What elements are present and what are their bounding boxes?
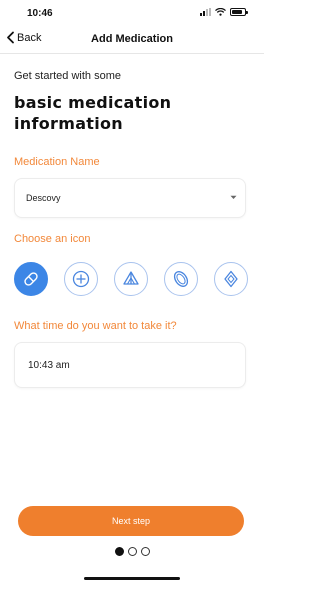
page-indicator [0,547,264,556]
diamond-pill-icon [224,270,238,288]
time-picker-field[interactable]: 10:43 am [14,342,246,388]
battery-icon [230,8,248,16]
medication-name-select[interactable]: Descovy [14,178,246,218]
caret-down-icon [230,195,237,199]
status-icons [200,8,248,16]
page-title: Add Medication [91,33,173,45]
medication-name-label: Medication Name [14,156,100,168]
capsule-icon [24,272,38,286]
next-step-button[interactable]: Next step [18,506,244,536]
intro-subtitle: Get started with some [14,70,121,82]
icon-option-capsule[interactable] [14,262,48,296]
cross-pill-icon [72,270,90,288]
medication-name-value: Descovy [26,193,61,203]
status-time: 10:46 [27,8,53,19]
icon-picker [14,262,248,296]
intro-headline: basic medication information [14,92,171,134]
headline-line-2: information [14,114,124,133]
next-step-label: Next step [111,516,151,526]
time-value: 10:43 am [28,359,70,371]
headline-line-1: basic medication [14,93,172,112]
time-question-label: What time do you want to take it? [14,320,177,332]
wifi-icon [215,8,226,16]
status-bar: 10:46 [0,0,264,26]
signal-icon [200,8,211,16]
split-tablet-icon [123,271,139,285]
page-dot-1 [114,547,124,556]
page-dot-3 [140,547,150,556]
choose-icon-label: Choose an icon [14,233,91,245]
home-indicator[interactable] [84,577,180,580]
icon-option-diamond-pill[interactable] [214,262,248,296]
oval-tablet-icon [173,271,189,287]
page-dot-2 [127,547,137,556]
icon-option-oval-tablet[interactable] [164,262,198,296]
icon-option-split-tablet[interactable] [114,262,148,296]
icon-option-cross-pill[interactable] [64,262,98,296]
navigation-bar: Back Add Medication [0,26,264,54]
